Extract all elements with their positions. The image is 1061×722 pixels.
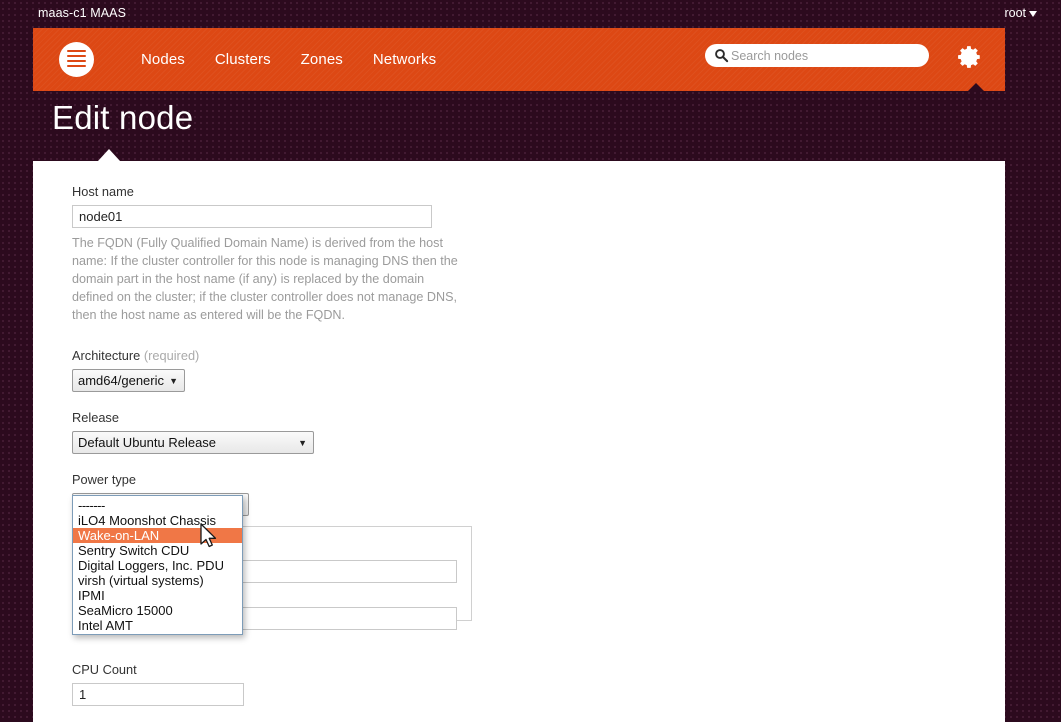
edit-node-form: Host name The FQDN (Fully Qualified Doma… xyxy=(72,184,552,722)
content-panel: Host name The FQDN (Fully Qualified Doma… xyxy=(33,161,1005,722)
power-type-option[interactable]: SeaMicro 15000 xyxy=(73,603,242,618)
architecture-select-value: amd64/generic xyxy=(78,373,164,388)
nav-settings-pointer xyxy=(967,83,985,92)
power-type-options-list[interactable]: ------- iLO4 Moonshot Chassis Wake-on-LA… xyxy=(72,495,243,635)
search-icon xyxy=(715,49,729,63)
power-type-option-highlighted[interactable]: Wake-on-LAN xyxy=(73,528,242,543)
field-hostname: Host name The FQDN (Fully Qualified Doma… xyxy=(72,184,552,324)
nav-item-networks[interactable]: Networks xyxy=(371,47,438,72)
power-type-option[interactable]: Digital Loggers, Inc. PDU xyxy=(73,558,242,573)
field-power-type: Power type virsh (virtual systems) ▼ ---… xyxy=(72,472,552,635)
power-type-label: Power type xyxy=(72,472,137,487)
chevron-down-icon: ▼ xyxy=(298,437,307,448)
chevron-down-icon: ▼ xyxy=(169,375,178,386)
power-type-option[interactable]: virsh (virtual systems) xyxy=(73,573,242,588)
nav-item-nodes[interactable]: Nodes xyxy=(139,47,187,72)
app-brand: maas-c1 MAAS xyxy=(38,6,127,20)
power-type-option[interactable]: Sentry Switch CDU xyxy=(73,543,242,558)
field-release: Release Default Ubuntu Release ▼ xyxy=(72,410,552,454)
search-box[interactable] xyxy=(705,44,929,67)
user-menu[interactable]: root xyxy=(1004,6,1037,20)
user-menu-label: root xyxy=(1004,6,1026,20)
main-navigation-bar: Nodes Clusters Zones Networks xyxy=(33,28,1005,91)
power-type-option[interactable]: ------- xyxy=(73,498,242,513)
field-cpu-count: CPU Count xyxy=(72,662,552,706)
search-input[interactable] xyxy=(731,48,916,63)
panel-pointer xyxy=(98,149,120,161)
chevron-down-icon xyxy=(1029,11,1037,17)
release-select[interactable]: Default Ubuntu Release ▼ xyxy=(72,431,314,454)
top-utility-bar: maas-c1 MAAS root xyxy=(0,0,1061,28)
architecture-required-note: (required) xyxy=(143,348,200,363)
architecture-label: Architecture (required) xyxy=(72,348,552,363)
release-label: Release xyxy=(72,410,119,425)
maas-logo-icon[interactable] xyxy=(59,42,94,77)
gear-icon[interactable] xyxy=(957,44,983,70)
power-type-option[interactable]: Intel AMT xyxy=(73,618,242,633)
architecture-label-text: Architecture xyxy=(72,348,141,363)
cpu-count-label: CPU Count xyxy=(72,662,137,677)
hostname-input[interactable] xyxy=(72,205,432,228)
nav-links: Nodes Clusters Zones Networks xyxy=(139,28,438,91)
power-type-option[interactable]: IPMI xyxy=(73,588,242,603)
page-title: Edit node xyxy=(52,99,194,136)
nav-item-zones[interactable]: Zones xyxy=(299,47,345,72)
hostname-label: Host name xyxy=(72,184,134,199)
field-architecture: Architecture (required) amd64/generic ▼ xyxy=(72,348,552,392)
power-type-option[interactable]: iLO4 Moonshot Chassis xyxy=(73,513,242,528)
architecture-select[interactable]: amd64/generic ▼ xyxy=(72,369,185,392)
release-select-value: Default Ubuntu Release xyxy=(78,435,217,450)
cpu-count-input[interactable] xyxy=(72,683,244,706)
nav-item-clusters[interactable]: Clusters xyxy=(213,47,273,72)
page-title-band: Edit node xyxy=(33,91,1005,161)
hostname-help-text: The FQDN (Fully Qualified Domain Name) i… xyxy=(72,236,458,322)
